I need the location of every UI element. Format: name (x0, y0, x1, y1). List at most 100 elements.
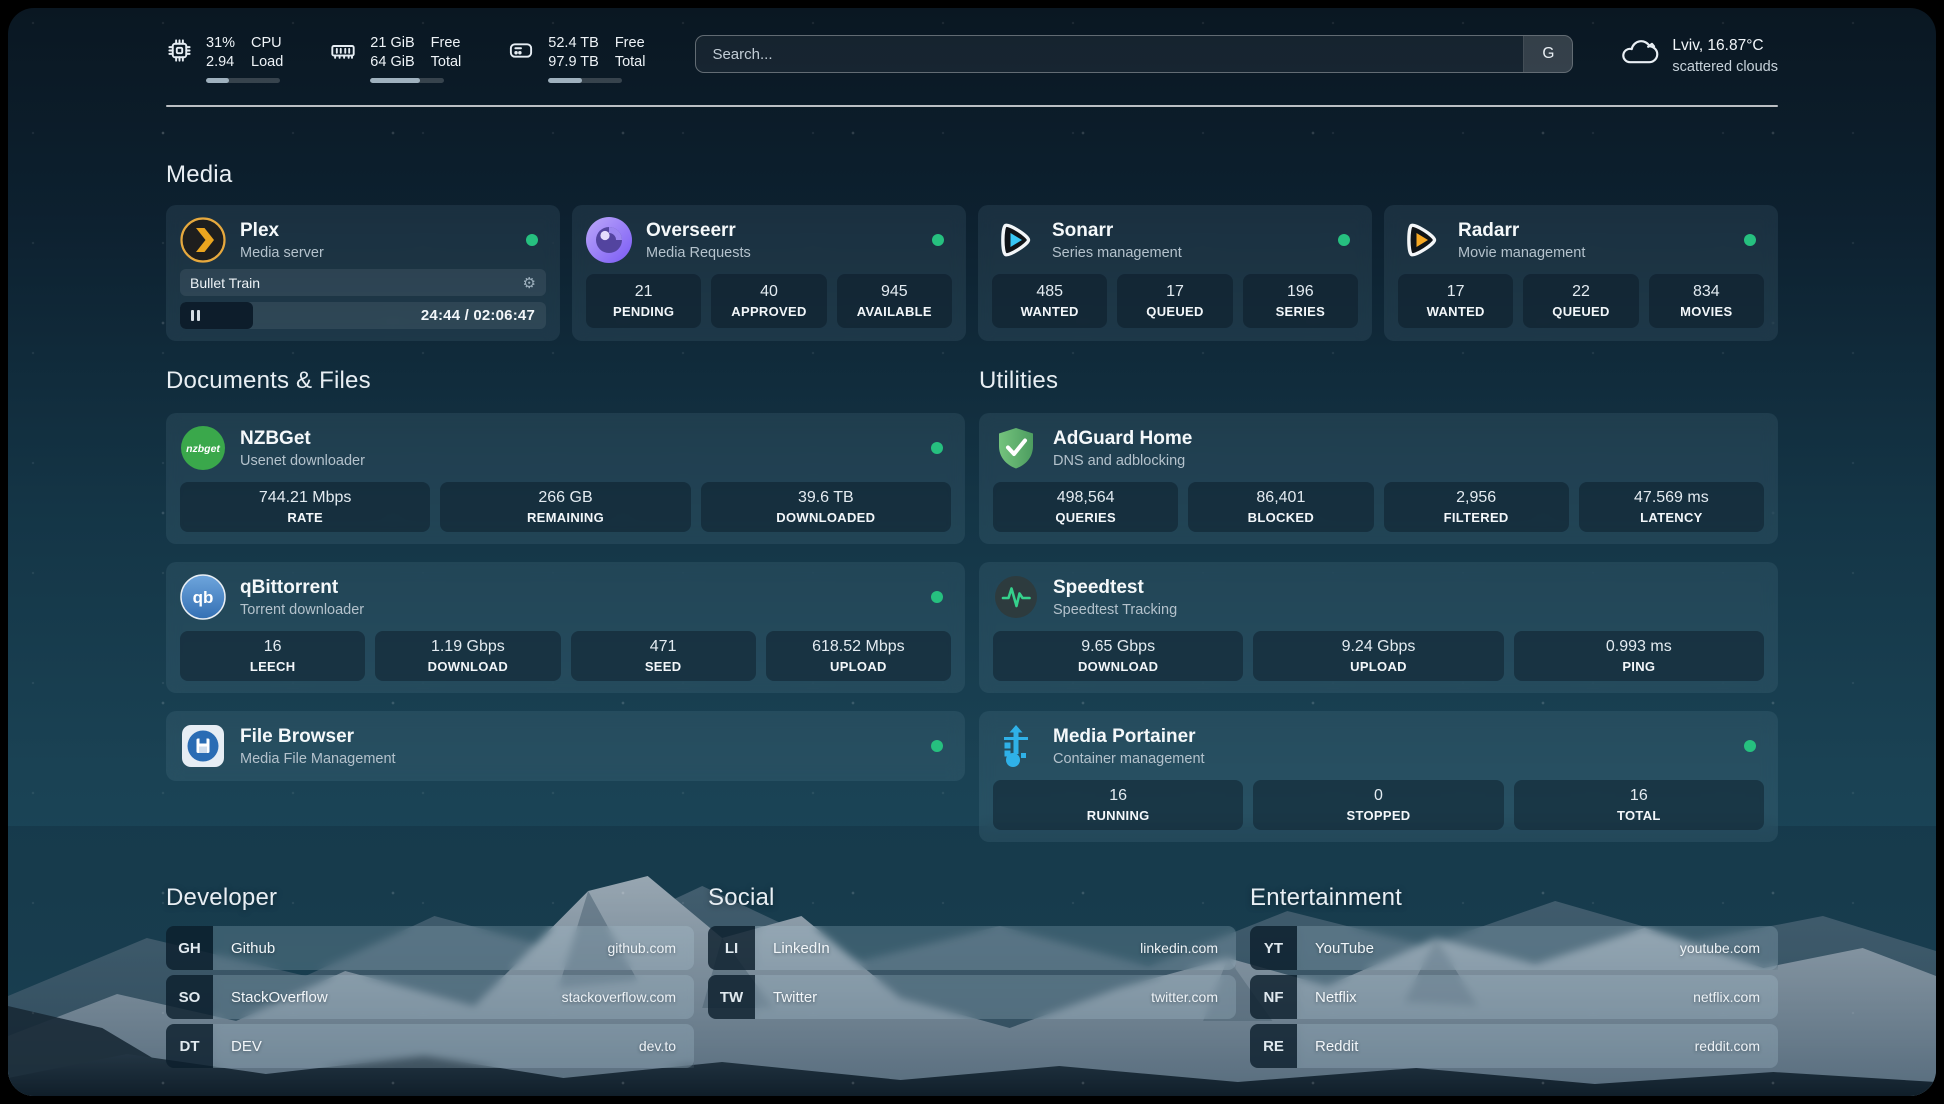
bookmark-stackoverflow[interactable]: SO StackOverflow stackoverflow.com (166, 975, 694, 1019)
svg-text:qb: qb (193, 588, 214, 607)
media-section-title: Media (166, 161, 1778, 189)
weather-widget: Lviv, 16.87°C scattered clouds (1619, 35, 1778, 77)
cpu-progress-bar (206, 78, 280, 83)
cpu-label-top: CPU (251, 34, 283, 53)
bookmark-twitter[interactable]: TW Twitter twitter.com (708, 975, 1236, 1019)
app-desc: Speedtest Tracking (1053, 602, 1177, 618)
app-name: File Browser (240, 726, 396, 748)
status-online-dot (1338, 234, 1350, 246)
stat-tile: 21PENDING (586, 274, 701, 328)
section-media: Media Plex Media server (166, 161, 1778, 341)
bookmark-dev[interactable]: DT DEV dev.to (166, 1024, 694, 1068)
stat-tile: 0STOPPED (1253, 780, 1503, 830)
app-desc: Movie management (1458, 245, 1585, 261)
app-card-plex[interactable]: Plex Media server Bullet Train ⚙ 24:44 (166, 205, 560, 341)
ram-icon (329, 37, 357, 69)
app-desc: Media File Management (240, 751, 396, 767)
plex-playback-time: 24:44 / 02:06:47 (421, 307, 546, 324)
memory-total: 64 GiB (370, 53, 414, 72)
disk-icon (507, 37, 535, 69)
developer-section-title: Developer (166, 884, 694, 912)
app-desc: Usenet downloader (240, 453, 365, 469)
status-online-dot (1744, 740, 1756, 752)
section-developer: Developer GH Github github.com SO StackO… (166, 884, 694, 1073)
plex-player-bar[interactable]: 24:44 / 02:06:47 (180, 302, 546, 329)
app-name: qBittorrent (240, 577, 364, 599)
stat-tile: 945AVAILABLE (837, 274, 952, 328)
nzbget-icon: nzbget (180, 425, 226, 471)
cpu-label-bottom: Load (251, 53, 283, 72)
memory-free: 21 GiB (370, 34, 414, 53)
dashboard: 31% 2.94 CPU Load (8, 8, 1936, 1096)
app-card-filebrowser[interactable]: File Browser Media File Management (166, 711, 965, 781)
app-name: Media Portainer (1053, 726, 1205, 748)
stat-tile: 266 GBREMAINING (440, 482, 690, 532)
app-desc: Series management (1052, 245, 1182, 261)
settings-gear-icon[interactable]: ⚙ (523, 274, 536, 292)
storage-progress-bar (548, 78, 622, 83)
svg-text:nzbget: nzbget (186, 443, 220, 455)
search-input[interactable] (696, 36, 1523, 72)
stat-tile: 22QUEUED (1523, 274, 1638, 328)
status-online-dot (931, 442, 943, 454)
app-card-portainer[interactable]: Media Portainer Container management 16R… (979, 711, 1778, 842)
stat-tile: 9.65 GbpsDOWNLOAD (993, 631, 1243, 681)
app-name: Plex (240, 220, 324, 242)
status-online-dot (931, 591, 943, 603)
search-bar[interactable]: G (695, 35, 1573, 73)
radarr-icon (1398, 217, 1444, 263)
bookmark-reddit[interactable]: RE Reddit reddit.com (1250, 1024, 1778, 1068)
app-card-nzbget[interactable]: nzbget NZBGet Usenet downloader 744.21 M… (166, 413, 965, 544)
social-section-title: Social (708, 884, 1236, 912)
app-card-sonarr[interactable]: Sonarr Series management 485WANTED 17QUE… (978, 205, 1372, 341)
stat-tile: 16LEECH (180, 631, 365, 681)
cpu-chip-icon (166, 37, 193, 69)
stat-tile: 834MOVIES (1649, 274, 1764, 328)
pause-icon[interactable] (191, 310, 200, 321)
app-name: Speedtest (1053, 577, 1177, 599)
stat-tile: 471SEED (571, 631, 756, 681)
app-card-speedtest[interactable]: Speedtest Speedtest Tracking 9.65 GbpsDO… (979, 562, 1778, 693)
portainer-icon (993, 723, 1039, 769)
storage-widget: 52.4 TB 97.9 TB Free Total (507, 34, 645, 83)
memory-progress-bar (370, 78, 444, 83)
section-documents: Documents & Files nzbget NZBGet Usenet d (166, 367, 965, 842)
app-card-qbittorrent[interactable]: qb qBittorrent Torrent downloader 16LEEC… (166, 562, 965, 693)
speedtest-icon (993, 574, 1039, 620)
bookmark-linkedin[interactable]: LI LinkedIn linkedin.com (708, 926, 1236, 970)
search-engine-button[interactable]: G (1523, 36, 1572, 72)
cpu-usage: 31% (206, 34, 235, 53)
stat-tile: 0.993 msPING (1514, 631, 1764, 681)
entertainment-section-title: Entertainment (1250, 884, 1778, 912)
stat-tile: 47.569 msLATENCY (1579, 482, 1764, 532)
status-online-dot (931, 740, 943, 752)
app-desc: DNS and adblocking (1053, 453, 1192, 469)
storage-label-bottom: Total (615, 53, 646, 72)
storage-total: 97.9 TB (548, 53, 599, 72)
app-card-radarr[interactable]: Radarr Movie management 17WANTED 22QUEUE… (1384, 205, 1778, 341)
section-entertainment: Entertainment YT YouTube youtube.com NF … (1250, 884, 1778, 1073)
cpu-widget: 31% 2.94 CPU Load (166, 34, 283, 83)
bookmark-github[interactable]: GH Github github.com (166, 926, 694, 970)
app-card-adguard[interactable]: AdGuard Home DNS and adblocking 498,564Q… (979, 413, 1778, 544)
stat-tile: 2,956FILTERED (1384, 482, 1569, 532)
utilities-section-title: Utilities (979, 367, 1778, 395)
memory-label-top: Free (431, 34, 462, 53)
cloud-icon (1619, 37, 1659, 74)
app-card-overseerr[interactable]: Overseerr Media Requests 21PENDING 40APP… (572, 205, 966, 341)
storage-label-top: Free (615, 34, 646, 53)
stat-tile: 17QUEUED (1117, 274, 1232, 328)
weather-location-temp: Lviv, 16.87°C (1672, 35, 1778, 57)
sonarr-icon (992, 217, 1038, 263)
status-online-dot (1744, 234, 1756, 246)
bookmark-youtube[interactable]: YT YouTube youtube.com (1250, 926, 1778, 970)
stat-tile: 744.21 MbpsRATE (180, 482, 430, 532)
memory-label-bottom: Total (431, 53, 462, 72)
app-desc: Media Requests (646, 245, 751, 261)
bookmark-netflix[interactable]: NF Netflix netflix.com (1250, 975, 1778, 1019)
top-bar: 31% 2.94 CPU Load (166, 8, 1778, 83)
status-online-dot (526, 234, 538, 246)
stat-tile: 17WANTED (1398, 274, 1513, 328)
weather-condition: scattered clouds (1672, 57, 1778, 77)
memory-widget: 21 GiB 64 GiB Free Total (329, 34, 461, 83)
